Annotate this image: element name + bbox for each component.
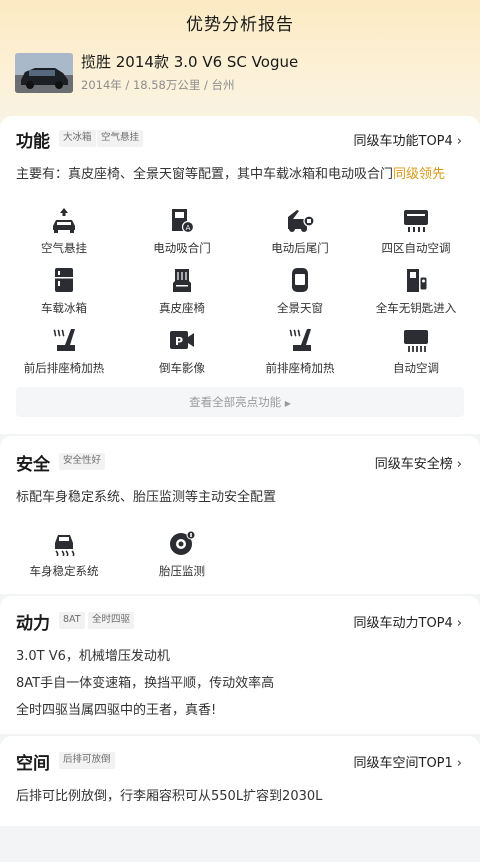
- power-line: 3.0T V6，机械增压发动机: [16, 649, 170, 664]
- safety-description: 标配车身稳定系统、胎压监测等主动安全配置: [16, 490, 277, 505]
- stability-control-icon: [55, 535, 75, 556]
- feature-four-zone-ac[interactable]: 四区自动空调: [356, 207, 476, 256]
- space-description: 后排可比例放倒，行李厢容积可从550L扩容到2030L: [16, 789, 323, 804]
- feature-front-seat-heating[interactable]: 前排座椅加热: [240, 327, 360, 376]
- reverse-camera-icon: P: [170, 331, 194, 349]
- power-title: 动力: [16, 614, 50, 634]
- car-name: 揽胜 2014款 3.0 V6 SC Vogue: [81, 53, 299, 71]
- power-rank-link[interactable]: 同级车动力TOP4 ›: [354, 612, 463, 631]
- car-thumbnail[interactable]: [15, 53, 73, 93]
- caret-right-icon: ▶: [284, 399, 291, 408]
- safety-tag: 安全性好: [59, 453, 106, 470]
- safety-rank-link[interactable]: 同级车安全榜 ›: [375, 453, 462, 472]
- features-title: 功能: [16, 132, 50, 152]
- space-rank-link[interactable]: 同级车空间TOP1 ›: [354, 752, 463, 771]
- keyless-entry-icon: [407, 269, 428, 292]
- power-line: 8AT手自一体变速箱，换挡平顺，传动效率高: [16, 676, 275, 691]
- svg-text:P: P: [175, 335, 183, 348]
- car-meta: 2014年 / 18.58万公里 / 台州: [81, 78, 235, 92]
- auto-ac-icon: [404, 330, 428, 352]
- features-rank-link[interactable]: 同级车功能TOP4 ›: [354, 130, 463, 149]
- power-line: 全时四驱当属四驱中的王者，真香!: [16, 703, 217, 718]
- feature-reverse-camera[interactable]: P 倒车影像: [122, 327, 242, 376]
- chevron-right-icon: ›: [456, 134, 462, 149]
- power-rank-label: 同级车动力TOP4: [353, 616, 453, 631]
- feature-leather-seat[interactable]: 真皮座椅: [122, 267, 242, 316]
- leather-seat-icon: [173, 269, 191, 292]
- car-fridge-icon: [55, 268, 73, 292]
- front-seat-heating-icon: [289, 329, 311, 351]
- page-title: 优势分析报告: [186, 15, 294, 35]
- feature-keyless-entry[interactable]: 全车无钥匙进入: [356, 267, 476, 316]
- features-tag: 空气悬挂: [97, 130, 144, 147]
- space-rank-label: 同级车空间TOP1: [353, 756, 453, 771]
- chevron-right-icon: ›: [456, 756, 462, 771]
- feature-seat-heating[interactable]: 前后排座椅加热: [4, 327, 124, 376]
- feature-air-suspension[interactable]: 空气悬挂: [4, 207, 124, 256]
- features-tag: 大冰箱: [59, 130, 96, 147]
- features-rank-label: 同级车功能TOP4: [353, 134, 453, 149]
- feature-auto-ac[interactable]: 自动空调: [356, 327, 476, 376]
- feature-power-tailgate[interactable]: 电动后尾门: [240, 207, 360, 256]
- feature-car-fridge[interactable]: 车载冰箱: [4, 267, 124, 316]
- feature-stability-control[interactable]: 车身稳定系统: [4, 530, 124, 579]
- space-tag: 后排可放倒: [59, 752, 115, 769]
- power-tag: 8AT: [59, 612, 85, 629]
- air-suspension-icon: [53, 208, 75, 233]
- feature-panoramic-sunroof[interactable]: 全景天窗: [240, 267, 360, 316]
- tire-pressure-icon: [170, 530, 196, 555]
- safety-title: 安全: [16, 455, 50, 475]
- soft-close-door-icon: A: [172, 209, 195, 233]
- space-title: 空间: [16, 754, 50, 774]
- safety-rank-label: 同级车安全榜: [374, 457, 453, 472]
- feature-soft-close-door[interactable]: A 电动吸合门: [122, 207, 242, 256]
- power-tailgate-icon: [288, 210, 315, 232]
- space-card: [0, 736, 480, 826]
- chevron-right-icon: ›: [456, 457, 462, 472]
- panoramic-sunroof-icon: [292, 268, 308, 292]
- highlight-text: 同级领先: [393, 167, 446, 182]
- power-tag: 全时四驱: [88, 612, 135, 629]
- seat-heating-icon: [53, 329, 75, 351]
- four-zone-ac-icon: [404, 210, 428, 232]
- chevron-right-icon: ›: [456, 616, 462, 631]
- features-description: 主要有：真皮座椅、全景天窗等配置，其中车载冰箱和电动吸合门同级领先: [16, 167, 446, 182]
- feature-tire-pressure[interactable]: 胎压监测: [122, 530, 242, 579]
- svg-text:A: A: [186, 224, 191, 232]
- view-all-features-button[interactable]: 查看全部亮点功能 ▶: [16, 387, 464, 417]
- view-all-label: 查看全部亮点功能: [189, 395, 282, 409]
